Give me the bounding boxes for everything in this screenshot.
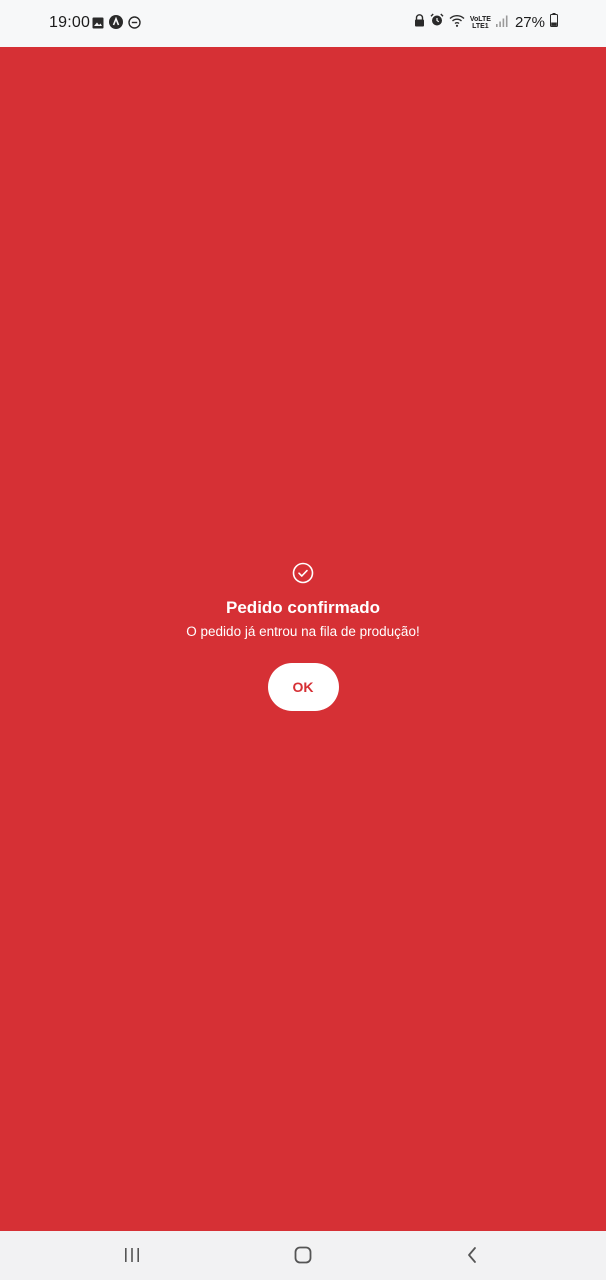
- navigation-bar: [0, 1231, 606, 1280]
- battery-percent: 27%: [514, 14, 545, 31]
- app-screen: 19:00 VoLTE LTE1 27% Pedido confirmado O…: [0, 0, 606, 1280]
- volte-icon: VoLTE LTE1: [470, 16, 491, 30]
- confirmation-title: Pedido confirmado: [226, 598, 380, 617]
- check-circle-icon: [292, 562, 314, 584]
- volte-label-bottom: LTE1: [472, 22, 489, 30]
- ok-button[interactable]: OK: [267, 663, 339, 711]
- confirmation-screen: Pedido confirmado O pedido já entrou na …: [0, 47, 606, 1231]
- status-time: 19:00: [49, 14, 91, 31]
- wifi-icon: [449, 14, 465, 32]
- recent-apps-icon[interactable]: [120, 1243, 144, 1267]
- volte-label-top: VoLTE: [469, 15, 491, 23]
- battery-icon: [550, 13, 558, 32]
- confirmation-subtitle: O pedido já entrou na fila de produção!: [186, 624, 420, 639]
- home-icon[interactable]: [291, 1243, 315, 1267]
- gallery-icon: [92, 16, 104, 34]
- alarm-icon: [430, 13, 444, 32]
- back-icon[interactable]: [460, 1243, 484, 1267]
- confirmation-dialog: Pedido confirmado O pedido já entrou na …: [0, 562, 606, 711]
- lock-icon: [414, 13, 425, 32]
- app-notification-icon: [109, 15, 123, 34]
- signal-icon: [495, 14, 508, 32]
- do-not-disturb-icon: [128, 15, 141, 34]
- status-right-icons: VoLTE LTE1 27%: [414, 13, 558, 32]
- status-bar: 19:00 VoLTE LTE1 27%: [0, 0, 606, 47]
- status-left-icons: [92, 15, 141, 34]
